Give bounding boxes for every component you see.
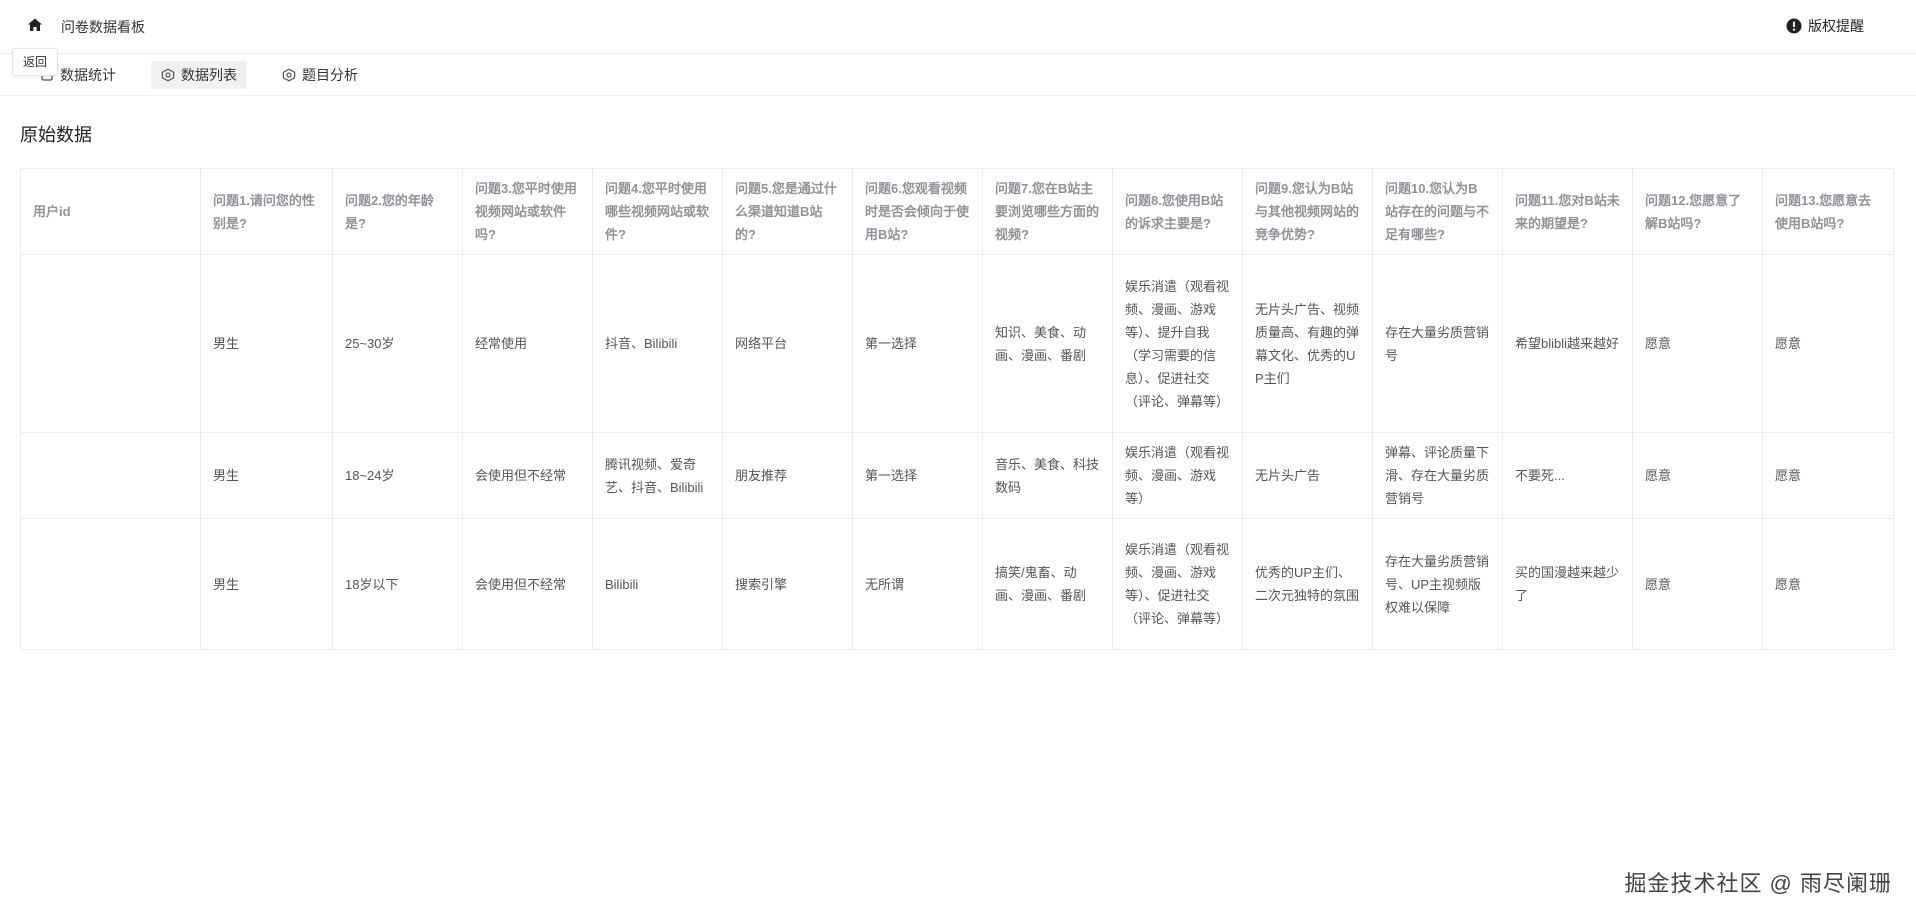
table-cell: 愿意 <box>1632 254 1763 433</box>
table-cell: 第一选择 <box>852 432 983 519</box>
tab-label: 数据列表 <box>181 67 237 83</box>
table-cell: 搞笑/鬼畜、动画、漫画、番剧 <box>982 518 1113 650</box>
table-cell: 音乐、美食、科技数码 <box>982 432 1113 519</box>
table-cell: 经常使用 <box>462 254 593 433</box>
table-cell: 买的国漫越来越少了 <box>1502 518 1633 650</box>
column-header: 问题10.您认为B站存在的问题与不足有哪些? <box>1372 168 1503 255</box>
table-cell: 娱乐消遣（观看视频、漫画、游戏等）、促进社交（评论、弹幕等） <box>1112 518 1243 650</box>
table-cell: 愿意 <box>1762 518 1894 650</box>
column-header: 问题6.您观看视频时是否会倾向于使用B站? <box>852 168 983 255</box>
table-cell: 知识、美食、动画、漫画、番剧 <box>982 254 1113 433</box>
column-header: 问题13.您愿意去使用B站吗? <box>1762 168 1894 255</box>
column-header: 用户id <box>20 168 201 255</box>
table-cell: 愿意 <box>1632 432 1763 519</box>
table-row: 男生 18岁以下 会使用但不经常 Bilibili 搜索引擎 无所谓 搞笑/鬼畜… <box>20 518 1894 650</box>
table-cell: 男生 <box>200 432 333 519</box>
table-row: 男生 25~30岁 经常使用 抖音、Bilibili 网络平台 第一选择 知识、… <box>20 254 1894 433</box>
column-header: 问题8.您使用B站的诉求主要是? <box>1112 168 1243 255</box>
tab-data-list[interactable]: 数据列表 <box>151 61 247 89</box>
table-cell: 不要死... <box>1502 432 1633 519</box>
table-cell: 优秀的UP主们、二次元独特的氛围 <box>1242 518 1373 650</box>
table-cell: 愿意 <box>1762 254 1894 433</box>
tab-bar: 数据统计 数据列表 题目分析 <box>0 54 1916 96</box>
table-cell: 存在大量劣质营销号 <box>1372 254 1503 433</box>
raw-data-table: 用户id 问题1.请问您的性别是? 问题2.您的年龄是? 问题3.您平时使用视频… <box>20 168 1894 650</box>
table-cell: 25~30岁 <box>332 254 463 433</box>
column-header: 问题11.您对B站未来的期望是? <box>1502 168 1633 255</box>
table-row: 男生 18~24岁 会使用但不经常 腾讯视频、爱奇艺、抖音、Bilibili 朋… <box>20 432 1894 519</box>
table-cell <box>20 254 201 433</box>
table-cell: 无片头广告、视频质量高、有趣的弹幕文化、优秀的UP主们 <box>1242 254 1373 433</box>
alert-circle-icon <box>1786 18 1802 34</box>
table-cell: 娱乐消遣（观看视频、漫画、游戏等） <box>1112 432 1243 519</box>
table-cell: 愿意 <box>1632 518 1763 650</box>
section-title: 原始数据 <box>20 125 92 145</box>
list-icon <box>161 68 175 82</box>
column-header: 问题12.您愿意了解B站吗? <box>1632 168 1763 255</box>
table-cell <box>20 432 201 519</box>
home-icon <box>27 17 43 38</box>
table-cell: 腾讯视频、爱奇艺、抖音、Bilibili <box>592 432 723 519</box>
table-cell: 希望blibli越来越好 <box>1502 254 1633 433</box>
table-cell: 抖音、Bilibili <box>592 254 723 433</box>
tab-question-analysis[interactable]: 题目分析 <box>272 61 368 89</box>
tab-label: 题目分析 <box>302 67 358 83</box>
column-header: 问题2.您的年龄是? <box>332 168 463 255</box>
column-header: 问题7.您在B站主要浏览哪些方面的视频? <box>982 168 1113 255</box>
analysis-icon <box>282 68 296 82</box>
home-button[interactable] <box>24 16 46 38</box>
table-cell: 会使用但不经常 <box>462 432 593 519</box>
copyright-label: 版权提醒 <box>1808 18 1864 34</box>
table-cell: 第一选择 <box>852 254 983 433</box>
table-cell: 无所谓 <box>852 518 983 650</box>
table-cell: 娱乐消遣（观看视频、漫画、游戏等）、提升自我（学习需要的信息）、促进社交（评论、… <box>1112 254 1243 433</box>
table-cell: 男生 <box>200 254 333 433</box>
app-title: 问卷数据看板 <box>61 19 145 35</box>
table-cell <box>20 518 201 650</box>
table-cell: 18~24岁 <box>332 432 463 519</box>
table-cell: Bilibili <box>592 518 723 650</box>
table-header-row: 用户id 问题1.请问您的性别是? 问题2.您的年龄是? 问题3.您平时使用视频… <box>20 168 1894 255</box>
watermark: 掘金技术社区 @ 雨尽阑珊 <box>1624 871 1892 896</box>
table-cell: 朋友推荐 <box>722 432 853 519</box>
tab-label: 数据统计 <box>60 67 116 83</box>
table-cell: 弹幕、评论质量下滑、存在大量劣质营销号 <box>1372 432 1503 519</box>
table-cell: 网络平台 <box>722 254 853 433</box>
table-cell: 会使用但不经常 <box>462 518 593 650</box>
back-tooltip: 返回 <box>12 48 59 76</box>
column-header: 问题3.您平时使用视频网站或软件吗? <box>462 168 593 255</box>
table-cell: 18岁以下 <box>332 518 463 650</box>
column-header: 问题9.您认为B站与其他视频网站的竞争优势? <box>1242 168 1373 255</box>
table-cell: 搜索引擎 <box>722 518 853 650</box>
top-bar: 问卷数据看板 版权提醒 <box>0 0 1916 54</box>
column-header: 问题5.您是通过什么渠道知道B站的? <box>722 168 853 255</box>
column-header: 问题4.您平时使用哪些视频网站或软件? <box>592 168 723 255</box>
table-cell: 男生 <box>200 518 333 650</box>
table-cell: 愿意 <box>1762 432 1894 519</box>
copyright-notice-button[interactable]: 版权提醒 <box>1786 16 1864 36</box>
table-cell: 存在大量劣质营销号、UP主视频版权难以保障 <box>1372 518 1503 650</box>
table-cell: 无片头广告 <box>1242 432 1373 519</box>
column-header: 问题1.请问您的性别是? <box>200 168 333 255</box>
